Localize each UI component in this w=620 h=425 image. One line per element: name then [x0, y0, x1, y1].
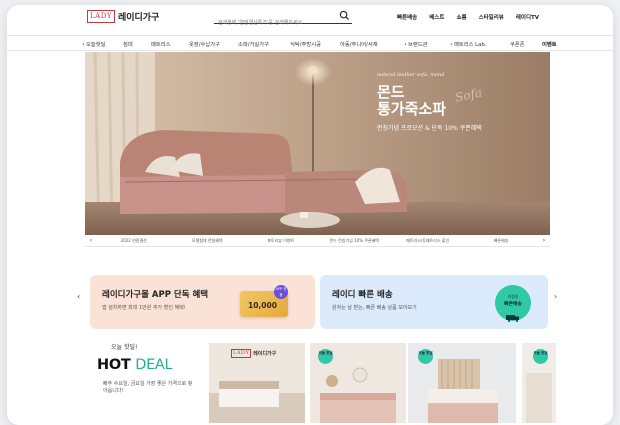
slider-tab[interactable]: 모델침대 런칭혜택	[171, 238, 245, 244]
category-mattress[interactable]: 매트리스	[151, 40, 171, 48]
hero-banner[interactable]: natural leather sofa, mond 몬드 통가죽소파 런칭기념…	[85, 52, 550, 235]
category-wardrobe[interactable]: 옷장/수납가구	[189, 40, 220, 48]
app-promo-banner[interactable]: 레이디가구몰 APP 단독 혜택 앱 설치하면 최대 1만원 추가 할인 혜택!…	[90, 275, 315, 329]
slider-tab[interactable]: 빠른배송	[465, 238, 539, 244]
logo-mark: LADY	[87, 10, 115, 23]
category-label: 매트리스 Lab.	[453, 42, 487, 48]
site-logo[interactable]: LADY 레이디가구	[87, 10, 159, 23]
truck-icon	[506, 315, 519, 322]
util-nav-style-review[interactable]: 스타일리뷰	[479, 13, 504, 21]
hero-script-top: natural leather sofa, mond	[377, 72, 445, 78]
new-dot-icon: •	[82, 42, 85, 48]
quick-delivery-banner[interactable]: 레이디 빠른 배송 원하는 날 받는, 빠른 배송 상품 모아보기 지정일 빠른…	[320, 275, 548, 329]
hot-deal-product-card[interactable]: 오늘 핫딜	[408, 343, 516, 423]
banner-prev-arrow-icon[interactable]: ‹	[77, 292, 80, 301]
new-dot-icon: •	[404, 42, 407, 48]
category-sofa[interactable]: 소파/거실가구	[238, 40, 269, 48]
hot-deal-badge: 오늘 핫딜	[533, 349, 548, 364]
search-input[interactable]	[214, 16, 334, 30]
hero-title-line2: 통가죽소파	[377, 100, 447, 118]
category-label: 침대	[123, 42, 133, 48]
app-banner-title: 레이디가구몰 APP 단독 혜택	[102, 290, 209, 300]
ship-banner-desc: 원하는 날 받는, 빠른 배송 상품 모아보기	[332, 305, 417, 311]
slider-prev-arrow-icon[interactable]: ‹	[85, 237, 97, 244]
hot-deal-product-card[interactable]: LADY 레이디가구	[209, 343, 305, 423]
new-dot-icon: •	[450, 42, 453, 48]
util-nav-lady-tv[interactable]: 레이디TV	[516, 13, 539, 21]
category-mattress-lab[interactable]: •매트리스 Lab.	[450, 40, 486, 48]
delivery-truck-icon: 지정일 빠른배송	[495, 285, 531, 322]
util-nav-best[interactable]: 베스트	[429, 13, 444, 21]
slider-tab[interactable]: 몬드 런칭기념 10% 쿠폰혜택	[318, 238, 392, 244]
logo-text: 레이디가구	[117, 13, 160, 23]
hot-deal-pre: 오늘 핫딜!	[111, 344, 138, 351]
category-bed[interactable]: 침대	[123, 40, 133, 48]
utility-nav: 빠른배송 베스트 쇼룸 스타일리뷰 레이디TV	[397, 13, 539, 21]
category-coupon[interactable]: 쿠폰존	[510, 40, 525, 48]
category-label: 이벤트	[542, 42, 557, 48]
category-hot-deal[interactable]: •오늘핫딜	[82, 40, 105, 48]
banner-next-arrow-icon[interactable]: ›	[554, 292, 557, 301]
category-label: 소파/거실가구	[238, 42, 270, 48]
hero-slider-tabs: ‹ 2022 연말결산 모델침대 런칭혜택 포토리뷰 이벤트 몬드 런칭기념 1…	[85, 235, 550, 247]
slider-next-arrow-icon[interactable]: ›	[538, 237, 550, 244]
ship-badge-line2: 빠른배송	[504, 302, 522, 307]
app-banner-desc: 앱 설치하면 최대 1만원 추가 할인 혜택!	[102, 305, 186, 311]
util-nav-quick-delivery[interactable]: 빠른배송	[397, 13, 417, 21]
site-header: LADY 레이디가구 빠른배송 베스트 쇼룸 스타일리뷰 레이디TV	[7, 5, 613, 31]
category-label: 옷장/수납가구	[189, 42, 221, 48]
hot-deal-product-card[interactable]: 오늘 핫딜	[310, 343, 406, 423]
app-only-badge: APP 전용	[274, 285, 288, 299]
hot-deal-badge: 오늘 핫딜	[418, 349, 433, 364]
category-nav: •오늘핫딜 침대 매트리스 옷장/수납가구 소파/거실가구 식탁/주방시공 아동…	[7, 35, 613, 51]
slider-tab[interactable]: 2022 연말결산	[97, 238, 171, 244]
category-brand[interactable]: •브랜드관	[404, 40, 427, 48]
hot-deal-desc: 빠주 수요일, 금요일 가장 좋은 가격으로 찾아옵니다!	[103, 381, 193, 394]
search-icon[interactable]	[339, 10, 350, 21]
product-logo-text: 레이디가구	[253, 351, 277, 357]
category-dining[interactable]: 식탁/주방시공	[290, 40, 321, 48]
hot-deal-title-deal: DEAL	[135, 357, 173, 373]
hot-deal-badge: 오늘 핫딜	[318, 349, 333, 364]
slider-tab[interactable]: 포토리뷰 이벤트	[244, 238, 318, 244]
hot-deal-title: HOT DEAL	[97, 357, 173, 373]
browser-frame: LADY 레이디가구 빠른배송 베스트 쇼룸 스타일리뷰 레이디TV •오늘핫딜…	[7, 5, 613, 425]
search-bar	[214, 9, 352, 30]
category-label: 매트리스	[151, 42, 171, 48]
category-label: 쿠폰존	[510, 42, 525, 48]
category-label: 식탁/주방시공	[290, 42, 322, 48]
coupon-value: 10,000	[248, 301, 277, 310]
hot-deal-product-card[interactable]: 오늘 핫딜	[522, 343, 556, 423]
product-logo-mark: LADY	[231, 349, 252, 358]
hero-subtitle: 런칭기념 프로모션 & 단독 10% 쿠폰혜택	[377, 125, 482, 132]
category-label: 오늘핫딜	[85, 42, 106, 48]
slider-tab[interactable]: 매트리스/투매트리스 할인	[391, 238, 465, 244]
category-label: 브랜드관	[407, 42, 428, 48]
util-nav-showroom[interactable]: 쇼룸	[456, 13, 466, 21]
product-brand-logo: LADY 레이디가구	[231, 349, 276, 358]
category-kids[interactable]: 아동/주니어/서재	[340, 40, 378, 48]
category-label: 아동/주니어/서재	[340, 42, 378, 48]
category-event[interactable]: 이벤트	[542, 40, 557, 48]
hot-deal-title-hot: HOT	[97, 357, 131, 373]
ship-banner-title: 레이디 빠른 배송	[332, 290, 393, 300]
